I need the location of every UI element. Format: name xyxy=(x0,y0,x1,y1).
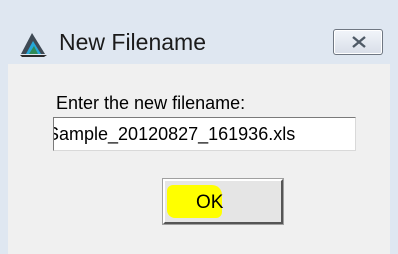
ok-button-label: OK xyxy=(196,192,224,213)
close-button[interactable] xyxy=(333,29,383,55)
filename-value: Sample_20120827_161936.xls xyxy=(53,124,296,144)
close-icon xyxy=(352,36,366,48)
filename-input[interactable]: Sample_20120827_161936.xls xyxy=(53,117,356,151)
new-filename-dialog: New Filename Enter the new filename: Sam… xyxy=(0,0,398,254)
ok-button[interactable]: OK xyxy=(162,178,284,225)
triangle-app-icon xyxy=(17,29,49,57)
filename-prompt: Enter the new filename: xyxy=(56,93,246,113)
window-title: New Filename xyxy=(59,29,206,55)
title-bar[interactable]: New Filename xyxy=(0,0,398,64)
